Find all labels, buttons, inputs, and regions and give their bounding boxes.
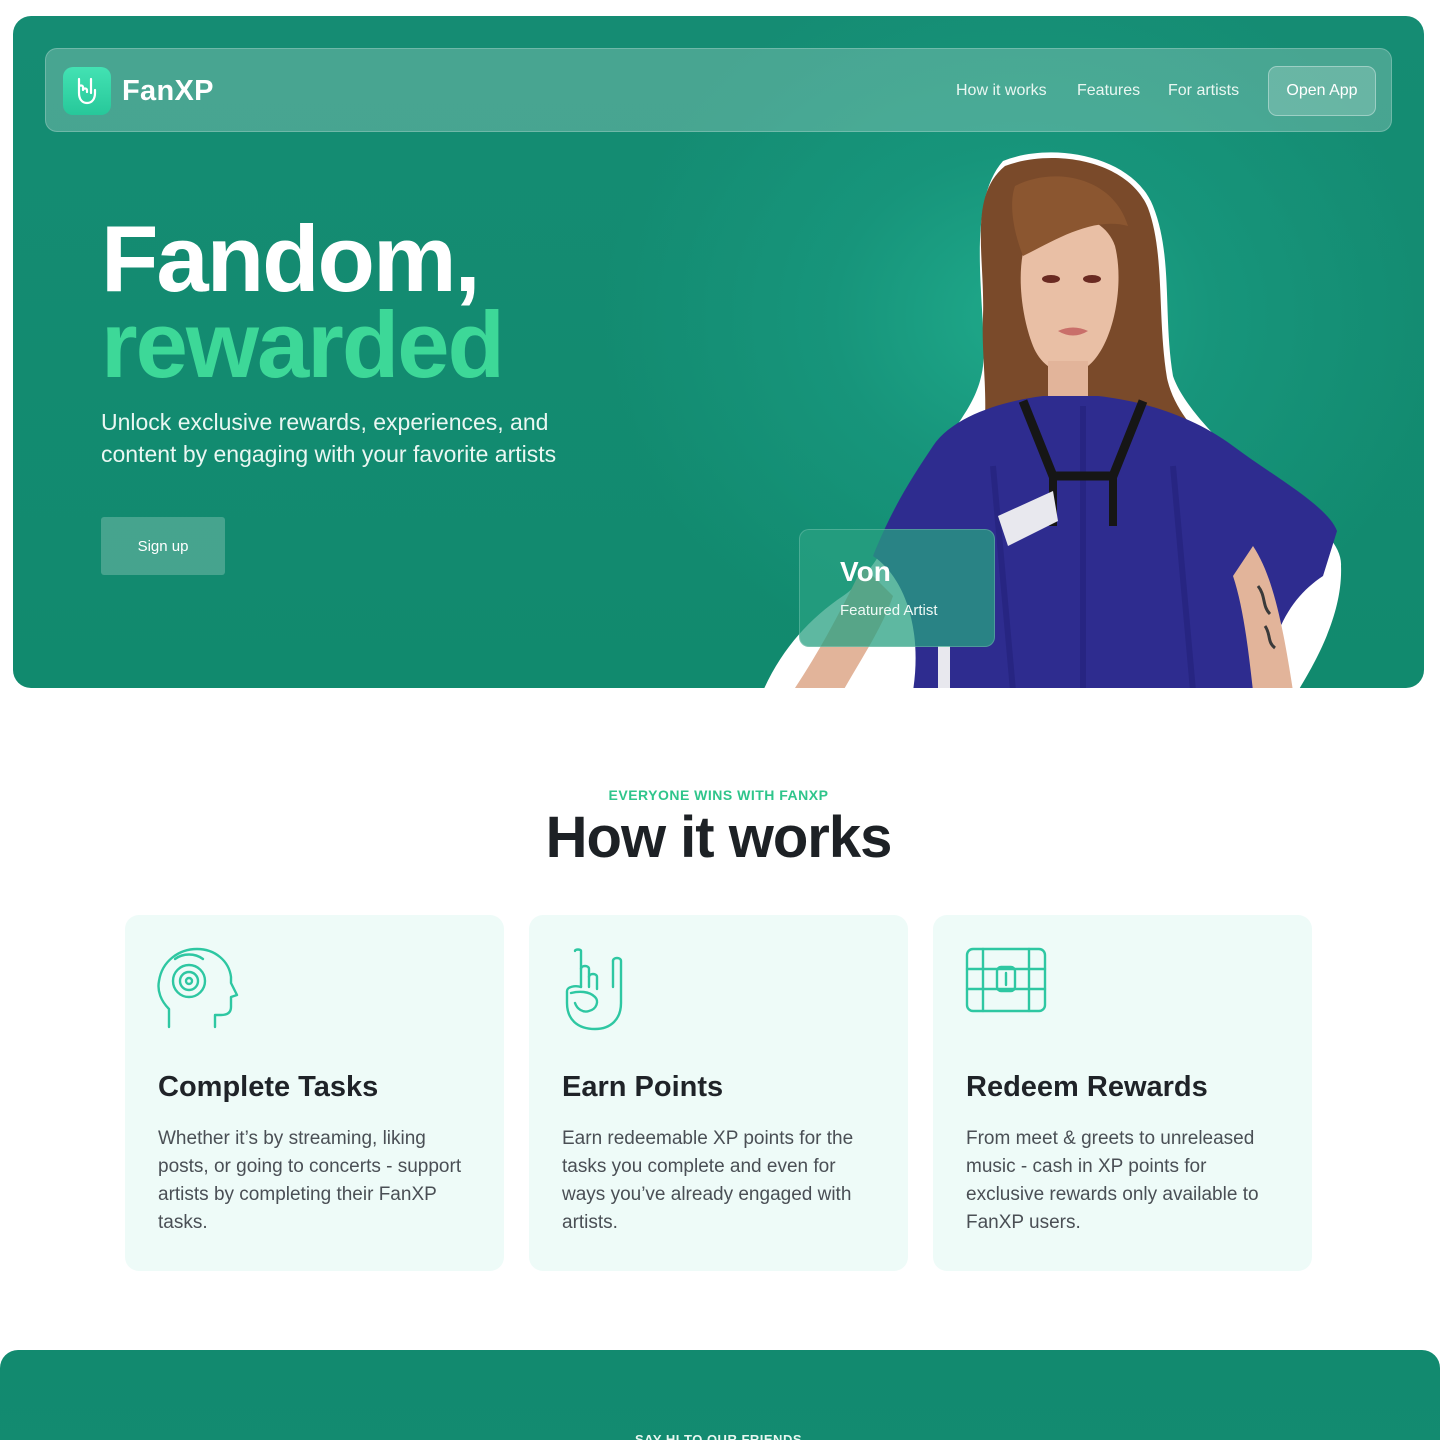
section-eyebrow: EVERYONE WINS WITH FANXP — [608, 787, 829, 803]
friends-section: SAY HI TO OUR FRIENDS — [0, 1350, 1440, 1440]
rock-hand-icon — [565, 948, 623, 1031]
card-title: Earn Points — [562, 1071, 724, 1103]
hero-section: FanXP How it works Features For artists … — [13, 16, 1424, 688]
section-title: How it works — [545, 805, 893, 870]
card-earn-points: Earn Points Earn redeemable XP points fo… — [529, 915, 908, 1271]
card-title: Redeem Rewards — [966, 1071, 1208, 1103]
brand-name[interactable]: FanXP — [122, 75, 214, 108]
card-redeem-rewards: Redeem Rewards From meet & greets to unr… — [933, 915, 1312, 1271]
top-nav: FanXP How it works Features For artists … — [45, 48, 1392, 132]
treasure-chest-icon — [965, 947, 1047, 1013]
card-text: Whether it’s by streaming, liking posts,… — [158, 1128, 462, 1233]
card-text: From meet & greets to unreleased music -… — [966, 1128, 1259, 1233]
open-app-button[interactable]: Open App — [1268, 66, 1376, 116]
nav-link-how-it-works[interactable]: How it works — [956, 82, 1047, 100]
headphones-head-icon — [157, 947, 239, 1029]
artist-role: Featured Artist — [840, 602, 938, 619]
hero-subtitle: Unlock exclusive rewards, experiences, a… — [101, 409, 557, 467]
friends-eyebrow: SAY HI TO OUR FRIENDS — [634, 1432, 802, 1440]
nav-link-for-artists[interactable]: For artists — [1168, 82, 1239, 100]
card-title: Complete Tasks — [158, 1071, 379, 1103]
artist-name: Von — [840, 556, 891, 587]
card-complete-tasks: Complete Tasks Whether it’s by streaming… — [125, 915, 504, 1271]
hero-title-line2: rewarded — [101, 292, 505, 397]
signup-button[interactable]: Sign up — [101, 517, 225, 575]
logo-icon[interactable] — [63, 67, 111, 115]
card-text: Earn redeemable XP points for the tasks … — [562, 1128, 854, 1233]
nav-link-features[interactable]: Features — [1077, 82, 1140, 100]
featured-artist-card[interactable]: Von Featured Artist — [799, 529, 995, 647]
